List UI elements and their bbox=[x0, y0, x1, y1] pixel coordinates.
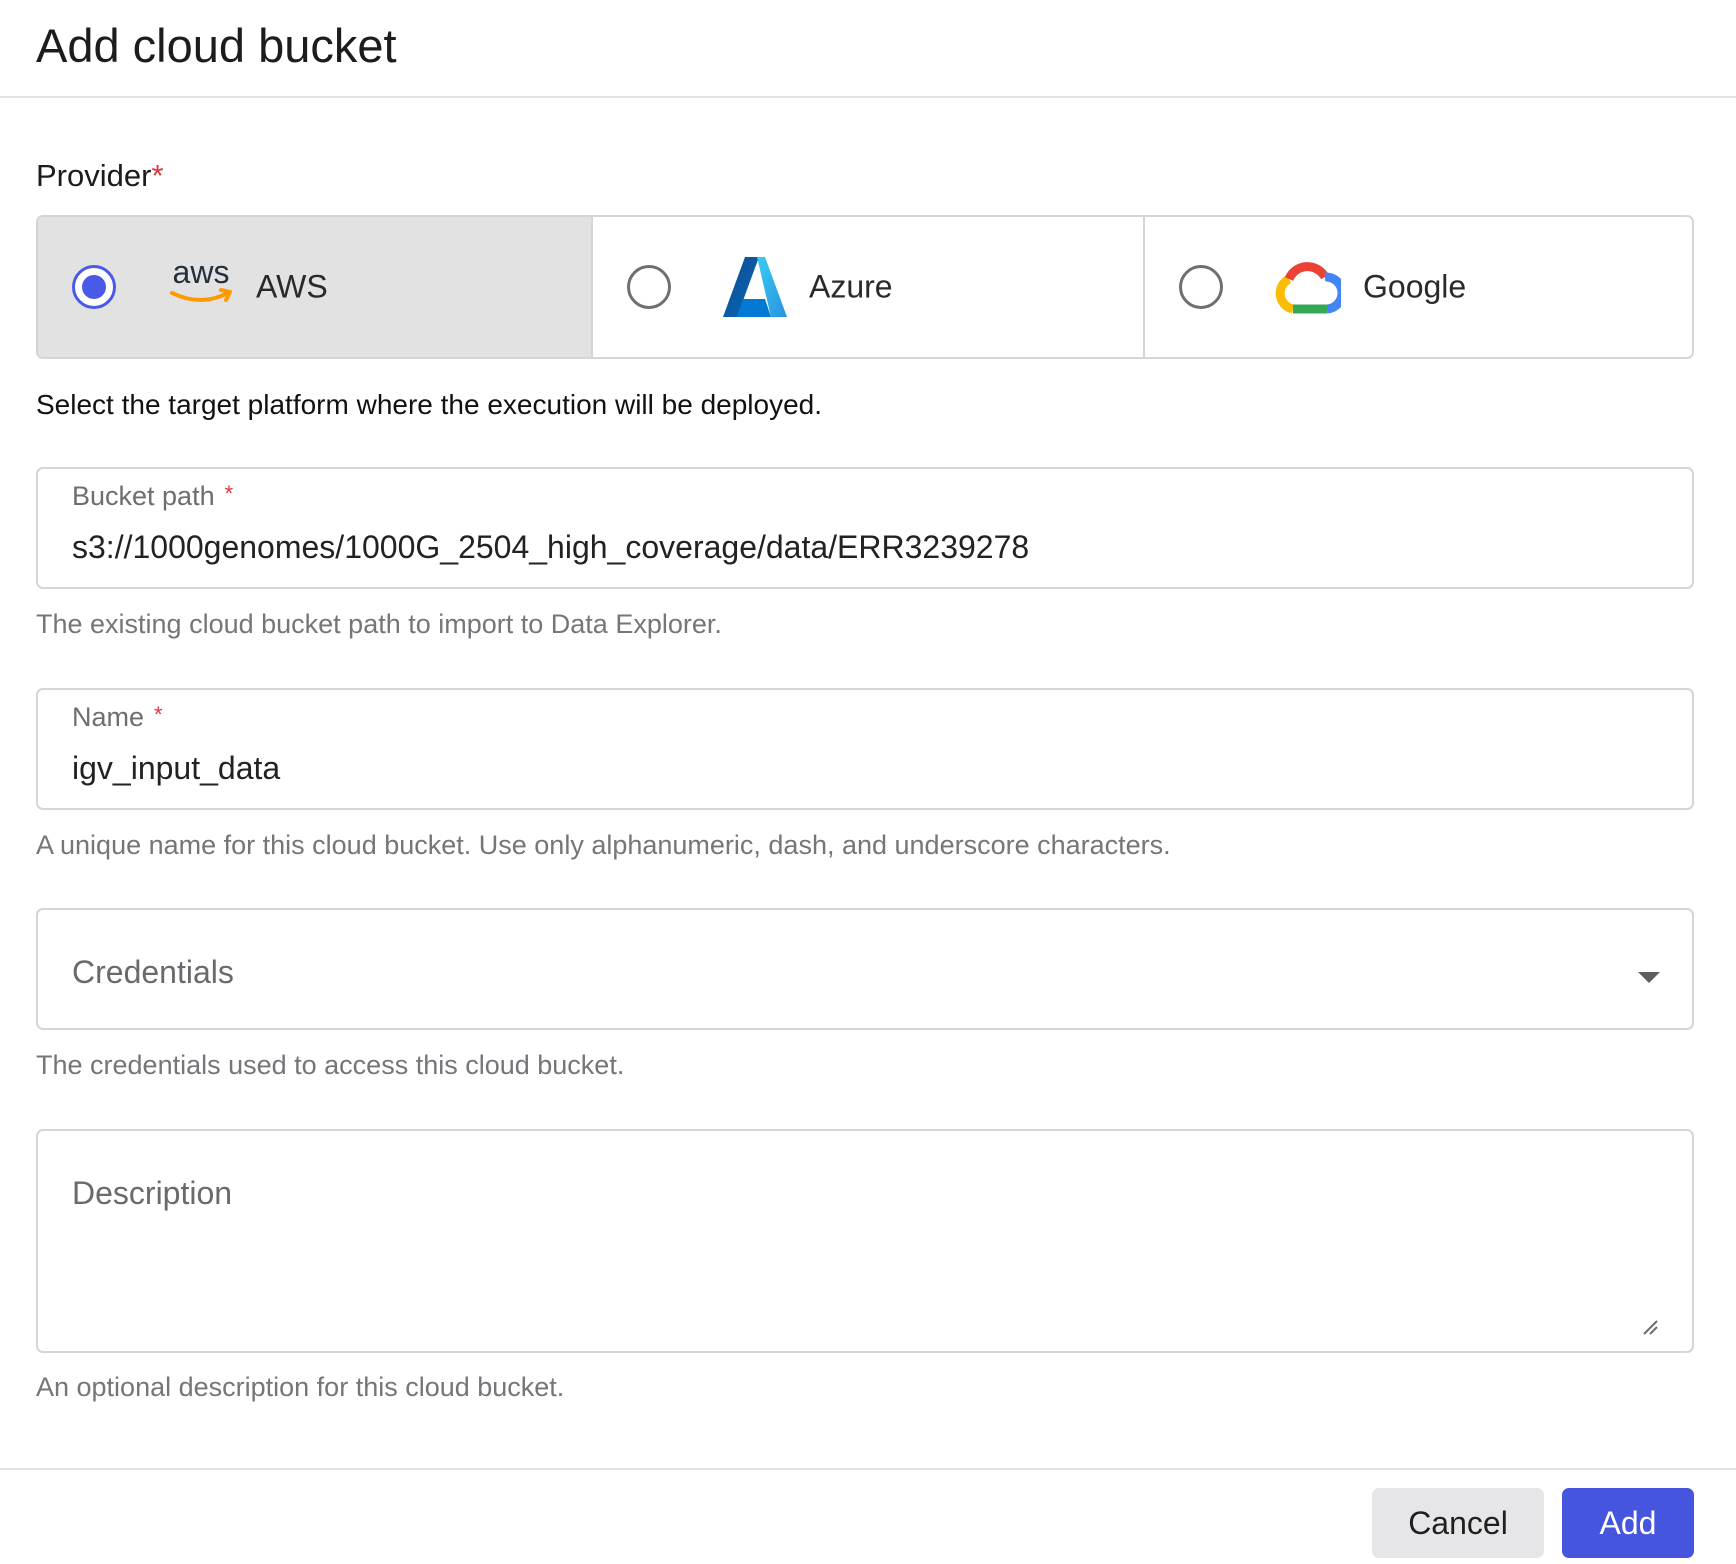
aws-label: AWS bbox=[256, 268, 328, 305]
required-mark: * bbox=[154, 702, 163, 727]
bucket-path-label: Bucket path * bbox=[72, 481, 233, 512]
azure-radio-button[interactable] bbox=[627, 265, 671, 309]
aws-logo-icon: aws bbox=[166, 253, 236, 309]
google-label: Google bbox=[1363, 268, 1467, 305]
bucket-path-help-text: The existing cloud bucket path to import… bbox=[36, 609, 722, 639]
footer-divider bbox=[0, 1468, 1736, 1470]
google-radio-button[interactable] bbox=[1179, 265, 1223, 309]
provider-label-text: Provider bbox=[36, 158, 152, 193]
chevron-down-icon[interactable] bbox=[1638, 972, 1660, 983]
provider-option-google[interactable]: Google bbox=[1145, 217, 1692, 357]
provider-label: Provider* bbox=[36, 158, 164, 194]
credentials-help-text: The credentials used to access this clou… bbox=[36, 1050, 625, 1080]
name-help-text: A unique name for this cloud bucket. Use… bbox=[36, 830, 1171, 860]
aws-logo-text: aws bbox=[173, 254, 230, 290]
required-mark: * bbox=[151, 158, 164, 193]
google-cloud-logo-icon bbox=[1273, 259, 1347, 315]
provider-radio-group: aws AWS Azure Google bbox=[36, 215, 1694, 359]
resize-handle-icon[interactable] bbox=[1642, 1319, 1658, 1335]
azure-label: Azure bbox=[809, 268, 893, 305]
dialog-title: Add cloud bucket bbox=[36, 19, 397, 72]
description-placeholder: Description bbox=[72, 1175, 233, 1211]
add-cloud-bucket-dialog: Add cloud bucket Provider* aws AWS Azure… bbox=[0, 0, 1736, 1564]
description-help-text: An optional description for this cloud b… bbox=[36, 1372, 565, 1402]
required-mark: * bbox=[224, 481, 234, 506]
bucket-path-label-text: Bucket path bbox=[72, 481, 215, 511]
add-button[interactable]: Add bbox=[1562, 1488, 1694, 1558]
credentials-select[interactable]: Credentials bbox=[36, 908, 1694, 1030]
provider-option-azure[interactable]: Azure bbox=[593, 217, 1145, 357]
azure-logo-icon bbox=[721, 255, 789, 319]
provider-option-aws[interactable]: aws AWS bbox=[38, 217, 593, 357]
name-field[interactable]: Name * igv_input_data bbox=[36, 688, 1694, 810]
aws-radio-button[interactable] bbox=[72, 265, 116, 309]
bucket-path-input[interactable]: s3://1000genomes/1000G_2504_high_coverag… bbox=[72, 529, 1029, 566]
description-textarea[interactable]: Description bbox=[36, 1129, 1694, 1353]
name-input[interactable]: igv_input_data bbox=[72, 750, 280, 787]
name-label: Name * bbox=[72, 702, 163, 733]
provider-help-text: Select the target platform where the exe… bbox=[36, 389, 823, 420]
cancel-button[interactable]: Cancel bbox=[1372, 1488, 1544, 1558]
bucket-path-field[interactable]: Bucket path * s3://1000genomes/1000G_2504… bbox=[36, 467, 1694, 589]
credentials-placeholder: Credentials bbox=[72, 954, 234, 990]
dialog-header: Add cloud bucket bbox=[0, 0, 1736, 98]
name-label-text: Name bbox=[72, 702, 145, 732]
